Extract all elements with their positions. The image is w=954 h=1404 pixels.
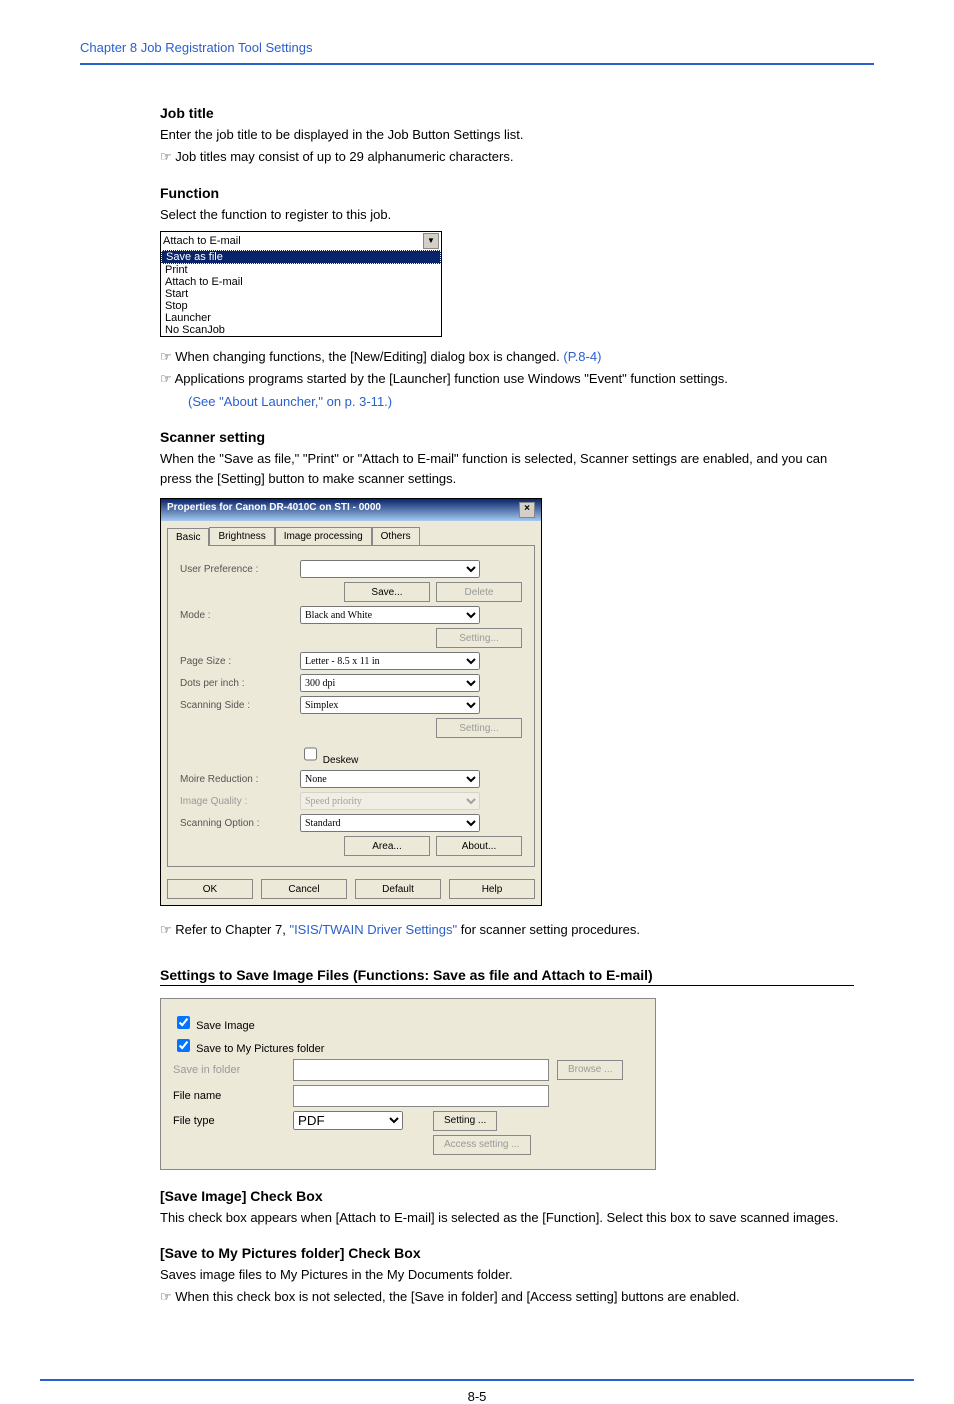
user-pref-select[interactable] bbox=[300, 560, 480, 578]
function-option-attach-email[interactable]: Attach to E-mail bbox=[161, 276, 441, 288]
tab-brightness[interactable]: Brightness bbox=[209, 527, 274, 545]
scanner-description: When the "Save as file," "Print" or "Att… bbox=[160, 449, 854, 488]
default-button[interactable]: Default bbox=[355, 879, 441, 899]
save-in-folder-input bbox=[293, 1059, 549, 1081]
label-image-quality: Image Quality : bbox=[180, 796, 300, 807]
label-mode: Mode : bbox=[180, 610, 300, 621]
dialog-title: Properties for Canon DR-4010C on STI - 0… bbox=[167, 502, 381, 518]
tab-basic[interactable]: Basic bbox=[167, 528, 209, 546]
scanner-note-post: for scanner setting procedures. bbox=[457, 922, 640, 937]
function-option-save-as-file[interactable]: Save as file bbox=[161, 250, 441, 264]
function-option-stop[interactable]: Stop bbox=[161, 300, 441, 312]
section-save-image-checkbox: [Save Image] Check Box bbox=[160, 1188, 854, 1204]
ok-button[interactable]: OK bbox=[167, 879, 253, 899]
tab-image-processing[interactable]: Image processing bbox=[275, 527, 372, 545]
save-my-pictures-text: Saves image files to My Pictures in the … bbox=[160, 1265, 854, 1285]
browse-button: Browse ... bbox=[557, 1060, 623, 1080]
help-button[interactable]: Help bbox=[449, 879, 535, 899]
about-button[interactable]: About... bbox=[436, 836, 522, 856]
link-launcher[interactable]: (See "About Launcher," on p. 3-11.) bbox=[188, 394, 392, 409]
label-scanning-option: Scanning Option : bbox=[180, 818, 300, 829]
mode-setting-button: Setting... bbox=[436, 628, 522, 648]
function-option-launcher[interactable]: Launcher bbox=[161, 312, 441, 324]
side-setting-button: Setting... bbox=[436, 718, 522, 738]
chevron-down-icon[interactable]: ▼ bbox=[423, 233, 439, 249]
delete-button: Delete bbox=[436, 582, 522, 602]
save-to-my-pictures-checkbox[interactable]: Save to My Pictures folder bbox=[173, 1036, 324, 1055]
function-option-start[interactable]: Start bbox=[161, 288, 441, 300]
pointer-icon: ☞ bbox=[160, 923, 172, 938]
pointer-icon: ☞ bbox=[160, 1290, 172, 1305]
link-p8-4[interactable]: (P.8-4) bbox=[563, 349, 601, 364]
job-title-note: ☞ Job titles may consist of up to 29 alp… bbox=[160, 147, 854, 168]
label-dpi: Dots per inch : bbox=[180, 678, 300, 689]
save-settings-panel: Save Image Save to My Pictures folder Sa… bbox=[160, 998, 656, 1170]
area-button[interactable]: Area... bbox=[344, 836, 430, 856]
save-button[interactable]: Save... bbox=[344, 582, 430, 602]
close-icon[interactable]: × bbox=[519, 502, 535, 518]
job-title-note-text: Job titles may consist of up to 29 alpha… bbox=[175, 149, 513, 164]
function-description: Select the function to register to this … bbox=[160, 205, 854, 225]
dpi-select[interactable]: 300 dpi bbox=[300, 674, 480, 692]
section-save-my-pictures-checkbox: [Save to My Pictures folder] Check Box bbox=[160, 1245, 854, 1261]
deskew-checkbox[interactable]: Deskew bbox=[300, 742, 358, 766]
image-quality-select: Speed priority bbox=[300, 792, 480, 810]
label-user-pref: User Preference : bbox=[180, 564, 300, 575]
function-option-noscanjob[interactable]: No ScanJob bbox=[161, 324, 441, 336]
section-save-image-files: Settings to Save Image Files (Functions:… bbox=[160, 967, 854, 986]
save-my-pictures-note: ☞ When this check box is not selected, t… bbox=[160, 1287, 854, 1308]
function-note-2: ☞ Applications programs started by the [… bbox=[160, 369, 854, 390]
moire-select[interactable]: None bbox=[300, 770, 480, 788]
file-type-setting-button[interactable]: Setting ... bbox=[433, 1111, 497, 1131]
footer-divider bbox=[40, 1379, 914, 1381]
chapter-header: Chapter 8 Job Registration Tool Settings bbox=[80, 40, 874, 65]
label-file-name: File name bbox=[173, 1090, 293, 1102]
function-dropdown-value: Attach to E-mail bbox=[163, 235, 241, 247]
scanner-after-note: ☞ Refer to Chapter 7, "ISIS/TWAIN Driver… bbox=[160, 920, 854, 941]
link-isis-twain[interactable]: "ISIS/TWAIN Driver Settings" bbox=[289, 922, 457, 937]
label-scanning-side: Scanning Side : bbox=[180, 700, 300, 711]
tab-others[interactable]: Others bbox=[372, 527, 420, 545]
scanning-side-select[interactable]: Simplex bbox=[300, 696, 480, 714]
pointer-icon: ☞ bbox=[160, 350, 172, 365]
save-image-checkbox[interactable]: Save Image bbox=[173, 1013, 255, 1032]
label-save-in-folder: Save in folder bbox=[173, 1064, 293, 1076]
cancel-button[interactable]: Cancel bbox=[261, 879, 347, 899]
pointer-icon: ☞ bbox=[160, 372, 172, 387]
scanner-note-pre: Refer to Chapter 7, bbox=[175, 922, 289, 937]
section-job-title: Job title bbox=[160, 105, 854, 121]
pointer-icon: ☞ bbox=[160, 150, 172, 165]
scanning-option-select[interactable]: Standard bbox=[300, 814, 480, 832]
function-option-print[interactable]: Print bbox=[161, 264, 441, 276]
save-image-checkbox-text: This check box appears when [Attach to E… bbox=[160, 1208, 854, 1228]
access-setting-button: Access setting ... bbox=[433, 1135, 531, 1155]
section-scanner-setting: Scanner setting bbox=[160, 429, 854, 445]
file-type-select[interactable]: PDF bbox=[293, 1111, 403, 1130]
page-number: 8-5 bbox=[0, 1389, 954, 1404]
mode-select[interactable]: Black and White bbox=[300, 606, 480, 624]
function-note-1: ☞ When changing functions, the [New/Edit… bbox=[160, 347, 854, 368]
function-note-1-text: When changing functions, the [New/Editin… bbox=[175, 349, 563, 364]
save-my-pictures-note-text: When this check box is not selected, the… bbox=[175, 1289, 739, 1304]
label-page-size: Page Size : bbox=[180, 656, 300, 667]
label-file-type: File type bbox=[173, 1115, 293, 1127]
file-name-input[interactable] bbox=[293, 1085, 549, 1107]
function-dropdown[interactable]: Attach to E-mail ▼ Save as file Print At… bbox=[160, 231, 442, 337]
section-function: Function bbox=[160, 185, 854, 201]
page-size-select[interactable]: Letter - 8.5 x 11 in bbox=[300, 652, 480, 670]
scanner-properties-dialog: Properties for Canon DR-4010C on STI - 0… bbox=[160, 498, 542, 906]
label-moire: Moire Reduction : bbox=[180, 774, 300, 785]
function-note-2-text: Applications programs started by the [La… bbox=[175, 371, 728, 386]
job-title-description: Enter the job title to be displayed in t… bbox=[160, 125, 854, 145]
